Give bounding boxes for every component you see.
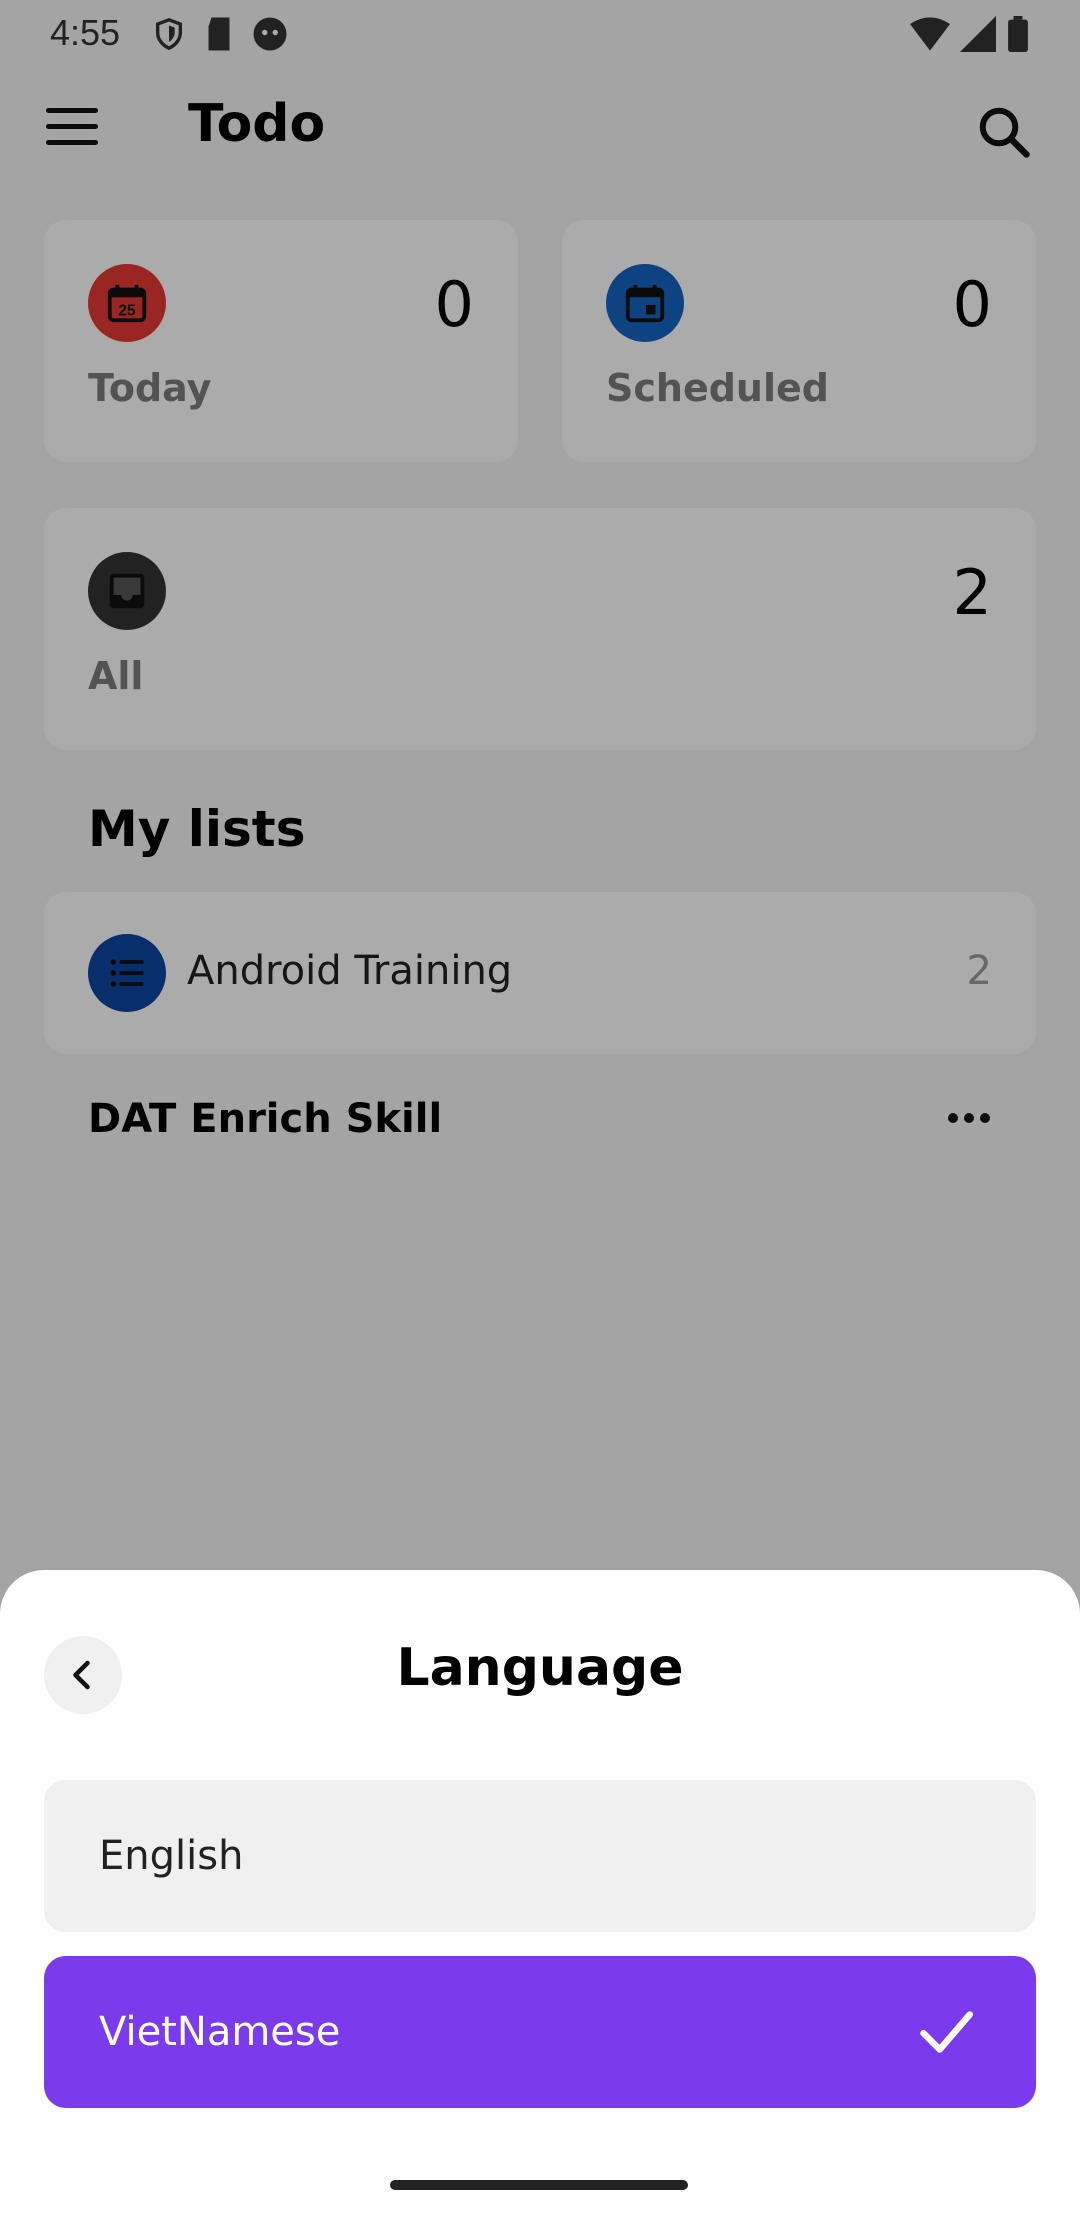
language-option-label: English [99, 1833, 244, 1879]
language-option-vietnamese[interactable]: VietNamese [44, 1956, 1036, 2108]
home-indicator[interactable] [390, 2180, 688, 2190]
sheet-title: Language [396, 1638, 684, 1698]
check-icon [920, 2011, 973, 2053]
language-sheet: Language English VietNamese [0, 1570, 1080, 2220]
language-option-label: VietNamese [99, 2009, 341, 2055]
language-option-english[interactable]: English [44, 1780, 1036, 1932]
